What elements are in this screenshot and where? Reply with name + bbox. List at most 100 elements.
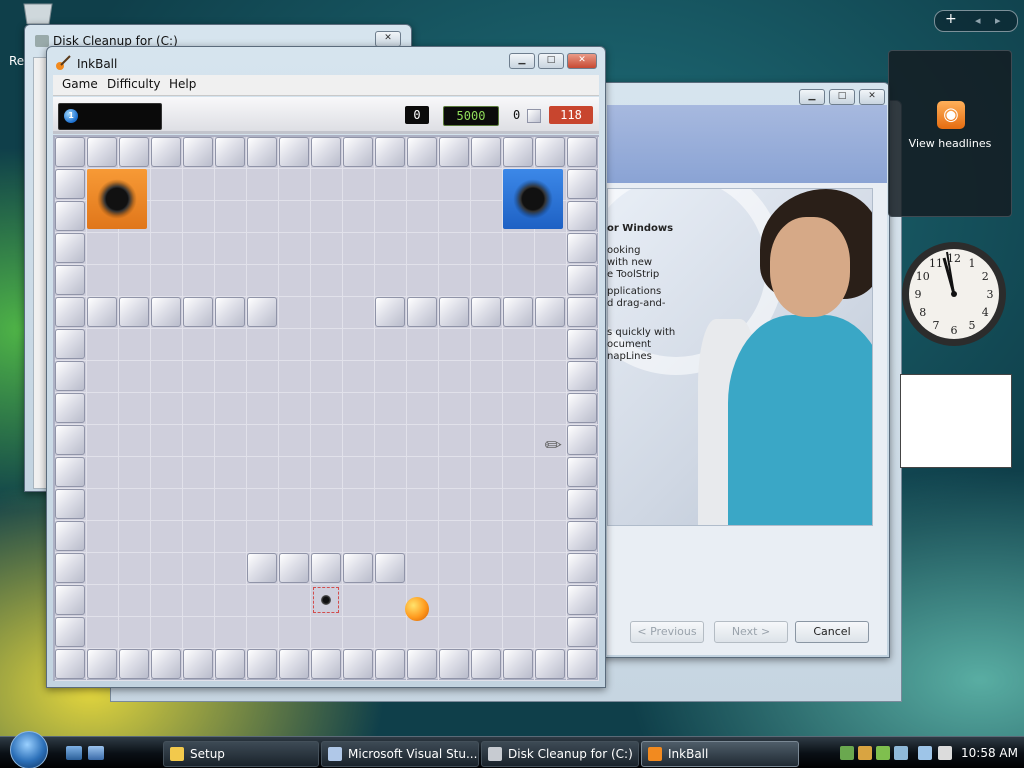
wall-block — [311, 553, 341, 583]
disk-cleanup-close-button[interactable]: ✕ — [375, 31, 401, 47]
inkball-app-icon — [55, 55, 71, 71]
wall-block — [439, 649, 469, 679]
vs-banner — [607, 105, 887, 183]
clock-numeral: 10 — [916, 270, 930, 283]
vs-text-line: ocument — [607, 339, 652, 350]
wall-block — [503, 297, 533, 327]
vs-close-button[interactable]: ✕ — [859, 89, 885, 105]
clock-numeral: 11 — [929, 257, 943, 270]
show-desktop-icon[interactable] — [66, 746, 82, 760]
taskbar-item-inkball[interactable]: InkBall — [641, 741, 799, 767]
wall-block — [567, 521, 597, 551]
inkball-maximize-button[interactable]: □ — [538, 53, 564, 69]
clock-numeral: 5 — [969, 319, 976, 332]
inkball-title: InkBall — [77, 57, 118, 71]
taskbar-item-visual-studio[interactable]: Microsoft Visual Stu... — [321, 741, 479, 767]
wall-block — [503, 137, 533, 167]
blue-goal-hole — [503, 169, 563, 229]
wall-block — [567, 201, 597, 231]
menu-difficulty[interactable]: Difficulty — [107, 77, 161, 91]
vs-text-line: ooking — [607, 245, 641, 256]
security-shield-icon[interactable] — [858, 746, 872, 760]
wall-block — [407, 297, 437, 327]
wall-block — [55, 617, 85, 647]
wall-block — [215, 137, 245, 167]
wall-block — [567, 137, 597, 167]
prev-gadget-button[interactable]: ◂ — [975, 11, 981, 31]
feed-headlines-gadget[interactable]: ◉ View headlines — [888, 50, 1012, 217]
wall-block — [215, 297, 245, 327]
wall-block — [247, 297, 277, 327]
menu-game[interactable]: Game — [62, 77, 98, 91]
next-gadget-button[interactable]: ▸ — [995, 11, 1001, 31]
view-headlines-label[interactable]: View headlines — [889, 137, 1011, 150]
next-button[interactable]: Next > — [714, 621, 788, 643]
wall-block — [471, 137, 501, 167]
inkball-status-bar: 1 0 5000 0 118 — [53, 97, 599, 134]
clock-gadget[interactable]: 12 1 2 3 4 5 6 7 8 9 10 11 — [900, 232, 1010, 354]
wall-block — [439, 137, 469, 167]
wall-block — [55, 425, 85, 455]
inkball-minimize-button[interactable]: ▁ — [509, 53, 535, 69]
vs-text-line: napLines — [607, 351, 652, 362]
wall-block — [279, 649, 309, 679]
wall-block — [567, 361, 597, 391]
vs-maximize-button[interactable]: □ — [829, 89, 855, 105]
wall-block — [55, 329, 85, 359]
clock-numeral: 1 — [969, 257, 976, 270]
tray-app-icon[interactable] — [840, 746, 854, 760]
wall-block — [407, 649, 437, 679]
orange-ball — [405, 597, 429, 621]
inkball-window[interactable]: InkBall ▁ □ ✕ Game Difficulty Help 1 0 5… — [46, 46, 606, 688]
notes-gadget[interactable] — [900, 374, 1012, 468]
taskbar-item-disk-cleanup[interactable]: Disk Cleanup for (C:) — [481, 741, 639, 767]
wall-block — [55, 169, 85, 199]
tray-network-app-icon[interactable] — [894, 746, 908, 760]
rss-feed-icon[interactable]: ◉ — [937, 101, 965, 129]
inkball-close-button[interactable]: ✕ — [567, 53, 597, 69]
wall-block — [247, 649, 277, 679]
wall-block — [567, 425, 597, 455]
wall-block — [471, 297, 501, 327]
wall-block — [567, 489, 597, 519]
wall-block — [567, 457, 597, 487]
wall-block — [55, 201, 85, 231]
wall-block — [55, 585, 85, 615]
vs-text-line: d drag-and- — [607, 298, 666, 309]
previous-button[interactable]: < Previous — [630, 621, 704, 643]
taskbar-item-label: InkBall — [668, 747, 709, 761]
wall-block — [375, 553, 405, 583]
wall-block — [535, 297, 565, 327]
wall-block — [567, 233, 597, 263]
taskbar-item-label: Disk Cleanup for (C:) — [508, 747, 633, 761]
photo-person-face — [770, 217, 850, 317]
wall-block — [567, 649, 597, 679]
switch-windows-icon[interactable] — [88, 746, 104, 760]
wall-block — [567, 617, 597, 647]
wall-block — [55, 393, 85, 423]
small-sink-hole — [313, 587, 339, 613]
inkball-menubar: Game Difficulty Help — [53, 75, 599, 96]
game-board[interactable]: ✎ — [53, 135, 599, 681]
wall-block — [119, 297, 149, 327]
clock-numeral: 8 — [919, 306, 926, 319]
vs-text-line: s quickly with — [607, 327, 676, 338]
start-button[interactable] — [10, 731, 48, 768]
wall-block — [567, 393, 597, 423]
taskbar-item-setup[interactable]: Setup — [163, 741, 319, 767]
disk-cleanup-icon — [488, 746, 502, 761]
score-counter: 5000 — [443, 106, 499, 126]
taskbar-clock[interactable]: 10:58 AM — [961, 746, 1018, 760]
cancel-button[interactable]: Cancel — [795, 621, 869, 643]
vs-minimize-button[interactable]: ▁ — [799, 89, 825, 105]
tray-check-icon[interactable] — [876, 746, 890, 760]
volume-muted-icon[interactable] — [938, 746, 952, 760]
recycle-bin-icon[interactable] — [20, 2, 56, 25]
add-gadget-button[interactable]: + — [945, 11, 957, 27]
wall-block — [407, 137, 437, 167]
vs-text-line: e ToolStrip — [607, 269, 660, 280]
system-tray: 10:58 AM — [836, 741, 1020, 765]
menu-help[interactable]: Help — [169, 77, 196, 91]
block-icon — [527, 109, 541, 123]
network-icon[interactable] — [918, 746, 932, 760]
